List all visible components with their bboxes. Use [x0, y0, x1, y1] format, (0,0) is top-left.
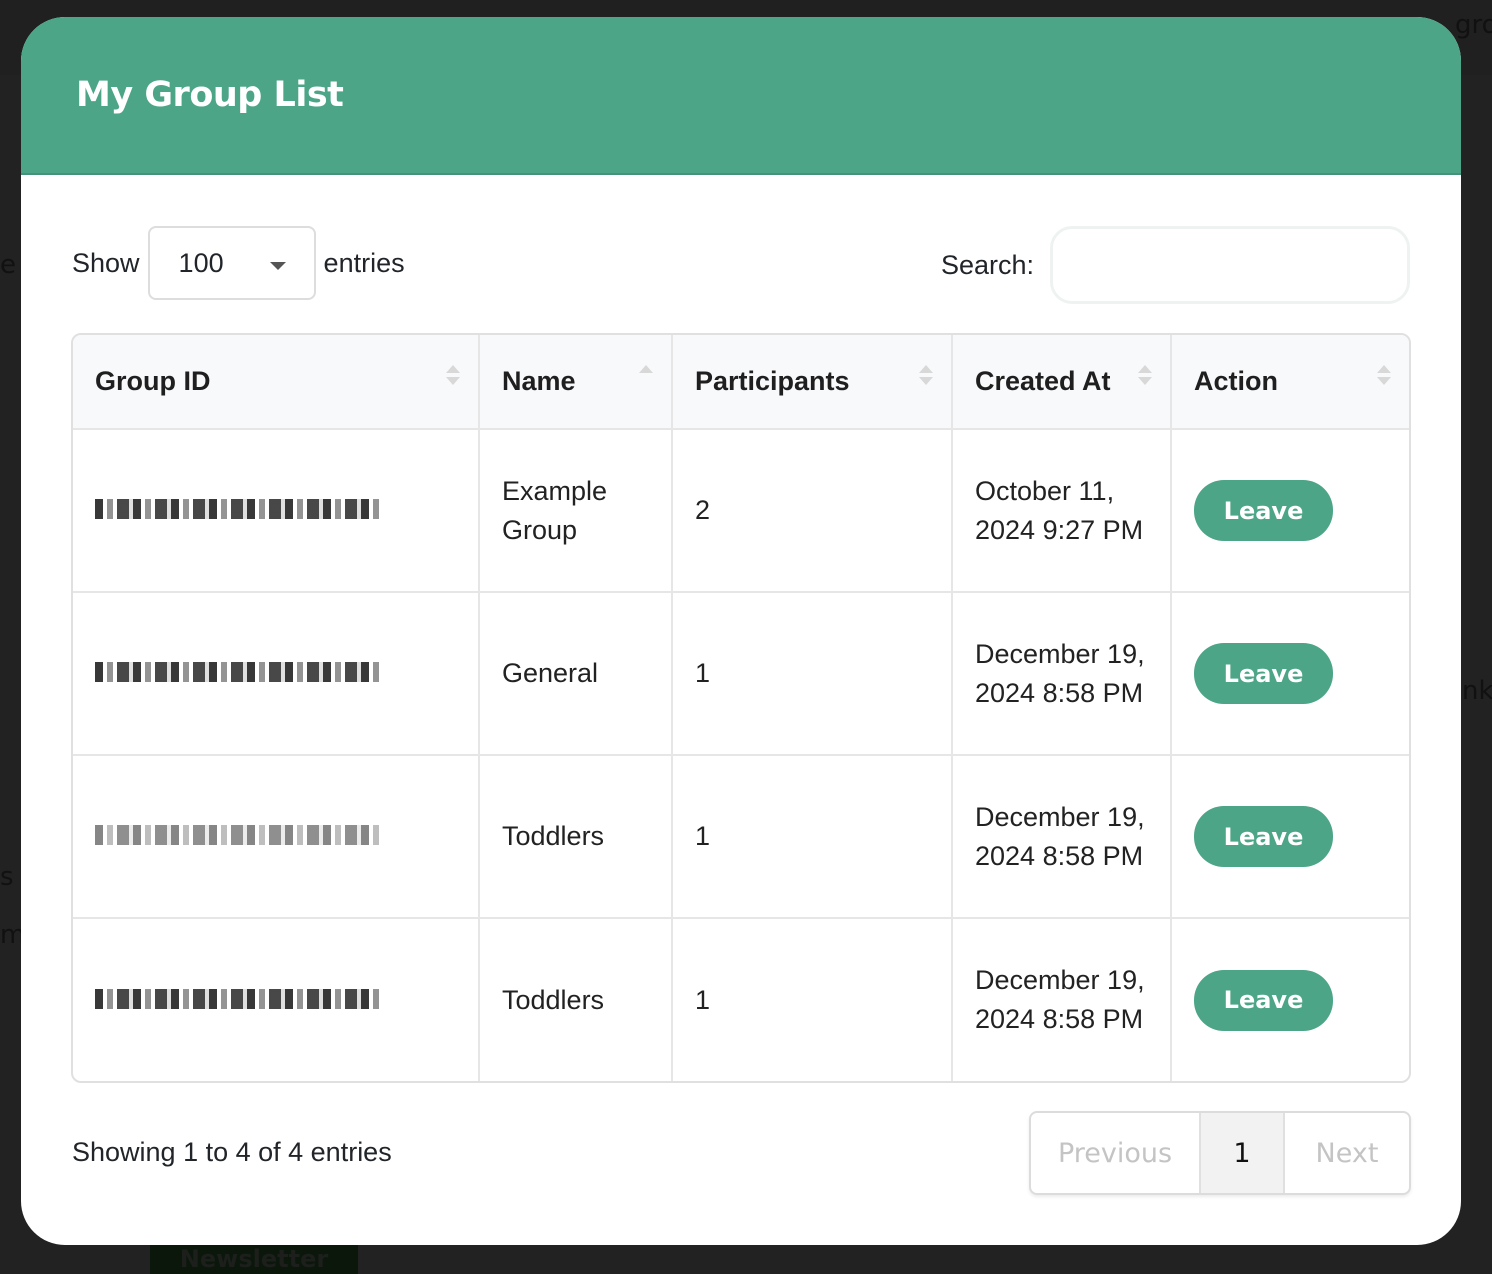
created-at-cell: December 19, 2024 8:58 PM [952, 755, 1172, 919]
name-cell: Toddlers [479, 918, 673, 1081]
leave-button[interactable]: Leave [1194, 643, 1333, 704]
group-id-cell [73, 755, 480, 919]
next-page-button[interactable]: Next [1285, 1113, 1409, 1193]
entries-label: entries [323, 247, 405, 278]
name-cell: Toddlers [479, 755, 673, 919]
entries-per-page-value: 100 [178, 247, 224, 278]
sort-icon [446, 365, 460, 387]
group-id-cell [73, 592, 480, 756]
page-1-button[interactable]: 1 [1201, 1113, 1285, 1193]
modal-title: My Group List [76, 75, 344, 115]
created-at-cell: December 19, 2024 8:58 PM [952, 918, 1172, 1081]
table-row: Toddlers 1 December 19, 2024 8:58 PM Lea… [73, 918, 1409, 1081]
table-controls: Show 100 entries Search: [72, 225, 1410, 305]
sort-icon [1138, 365, 1152, 387]
column-label: Action [1194, 366, 1278, 396]
name-cell: General [479, 592, 673, 756]
search-control: Search: [941, 225, 1410, 305]
redacted-group-id [95, 662, 379, 682]
previous-page-button[interactable]: Previous [1031, 1113, 1201, 1193]
caret-down-icon [269, 262, 286, 270]
created-at-cell: December 19, 2024 8:58 PM [952, 592, 1172, 756]
column-header-group-id[interactable]: Group ID [73, 335, 480, 430]
participants-cell: 1 [672, 755, 953, 919]
created-at-cell: October 11, 2024 9:27 PM [952, 429, 1172, 593]
modal-header: My Group List [21, 17, 1461, 175]
action-cell: Leave [1171, 755, 1409, 919]
participants-cell: 1 [672, 918, 953, 1081]
redacted-group-id [95, 988, 379, 1009]
pagination: Previous 1 Next [1029, 1111, 1411, 1195]
search-input[interactable] [1050, 226, 1410, 304]
action-cell: Leave [1171, 592, 1409, 756]
group-id-cell [73, 918, 480, 1081]
background-text: gro [1455, 10, 1492, 40]
leave-button[interactable]: Leave [1194, 480, 1333, 541]
redacted-group-id [95, 825, 379, 845]
participants-cell: 2 [672, 429, 953, 593]
group-id-cell [73, 429, 480, 593]
search-label: Search: [940, 249, 1034, 280]
group-list-modal: My Group List Show 100 entries Search: G… [21, 17, 1461, 1245]
redacted-group-id [95, 499, 379, 519]
background-text: nk [1462, 676, 1492, 706]
action-cell: Leave [1171, 429, 1409, 593]
name-cell: Example Group [479, 429, 673, 593]
sort-icon [919, 365, 933, 387]
group-table-container: Group ID Name Participants Created At Ac… [71, 333, 1411, 1083]
table-header-row: Group ID Name Participants Created At Ac… [73, 335, 1409, 430]
column-label: Group ID [95, 366, 211, 396]
column-label: Name [502, 366, 576, 396]
table-row: Example Group 2 October 11, 2024 9:27 PM… [73, 429, 1409, 593]
background-text: s [0, 862, 14, 892]
column-header-participants[interactable]: Participants [672, 335, 953, 430]
leave-button[interactable]: Leave [1194, 806, 1333, 867]
table-row: Toddlers 1 December 19, 2024 8:58 PM Lea… [73, 755, 1409, 919]
show-label: Show [72, 247, 140, 278]
background-newsletter-button: Newsletter [150, 1244, 358, 1274]
sort-ascending-icon [639, 365, 653, 387]
participants-cell: 1 [672, 592, 953, 756]
sort-icon [1377, 365, 1391, 387]
group-table: Group ID Name Participants Created At Ac… [73, 335, 1409, 1081]
column-label: Created At [975, 366, 1111, 396]
action-cell: Leave [1171, 918, 1409, 1081]
background-text: e [0, 250, 16, 280]
column-header-action[interactable]: Action [1171, 335, 1409, 430]
column-label: Participants [695, 366, 850, 396]
table-row: General 1 December 19, 2024 8:58 PM Leav… [73, 592, 1409, 756]
entries-per-page-select[interactable]: 100 [147, 226, 316, 300]
column-header-created-at[interactable]: Created At [952, 335, 1172, 430]
leave-button[interactable]: Leave [1194, 969, 1333, 1031]
column-header-name[interactable]: Name [479, 335, 673, 430]
entries-length-control: Show 100 entries [72, 225, 405, 301]
table-info: Showing 1 to 4 of 4 entries [72, 1137, 392, 1167]
